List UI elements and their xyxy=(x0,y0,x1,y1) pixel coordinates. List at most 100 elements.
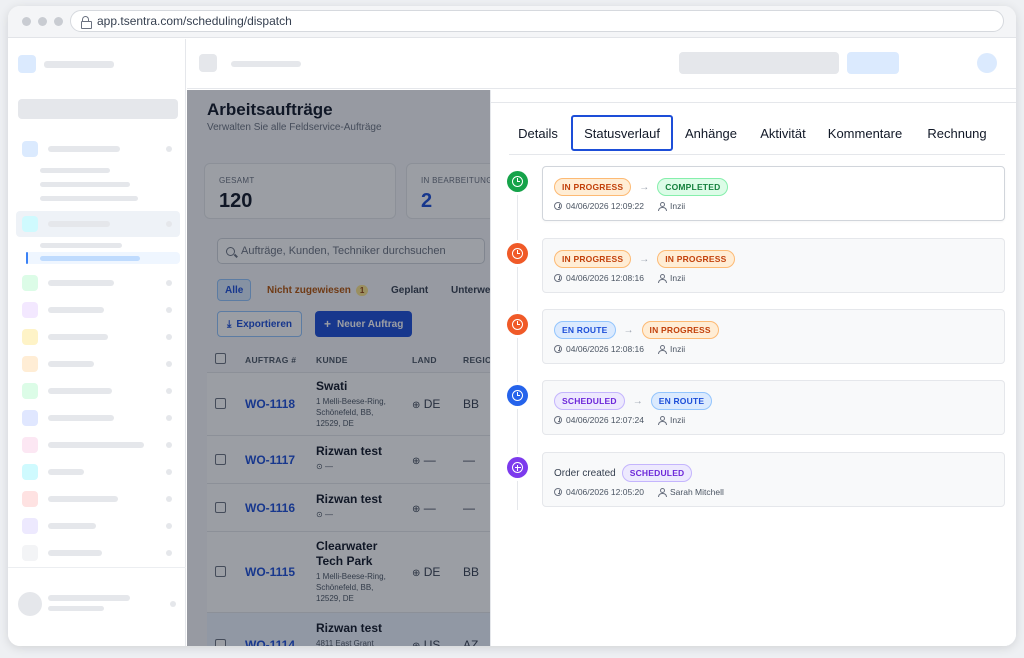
logo-text-placeholder xyxy=(44,61,114,68)
tab-label: Rechnung xyxy=(927,125,987,141)
event-user: Inzii xyxy=(670,201,686,211)
user-icon xyxy=(658,201,667,211)
sidebar-subitem-placeholder[interactable] xyxy=(40,196,138,201)
sidebar-item-icon xyxy=(22,518,38,534)
window-controls xyxy=(22,17,63,26)
sidebar-item-placeholder xyxy=(48,221,110,227)
sidebar xyxy=(8,39,186,646)
status-transition: IN PROGRESS → IN PROGRESS xyxy=(554,250,735,268)
user-icon xyxy=(658,273,667,283)
user-menu-placeholder[interactable] xyxy=(170,601,176,607)
plus-circle-icon xyxy=(507,457,528,478)
tab-invoice[interactable]: Rechnung xyxy=(915,115,999,151)
sidebar-toggle-placeholder[interactable] xyxy=(199,54,217,72)
sidebar-item-icon xyxy=(22,491,38,507)
event-user: Sarah Mitchell xyxy=(670,487,724,497)
user-icon xyxy=(658,415,667,425)
address-bar[interactable]: app.tsentra.com/scheduling/dispatch xyxy=(70,10,1004,32)
tab-label: Anhänge xyxy=(684,125,738,141)
sidebar-item-placeholder[interactable] xyxy=(48,361,94,367)
tab-details[interactable]: Details xyxy=(509,115,567,151)
sidebar-item-placeholder[interactable] xyxy=(48,307,104,313)
sidebar-item-icon xyxy=(22,464,38,480)
sidebar-item-placeholder[interactable] xyxy=(48,442,144,448)
tab-label: Aktivität xyxy=(760,125,806,141)
sidebar-divider xyxy=(8,567,186,568)
timeline-entry: Order created SCHEDULED 04/06/2026 12:05:2… xyxy=(542,452,1005,507)
user-icon xyxy=(658,344,667,354)
sidebar-item-placeholder[interactable] xyxy=(48,146,120,152)
status-transition: IN PROGRESS → COMPLETED xyxy=(554,178,729,196)
sidebar-item-placeholder[interactable] xyxy=(48,496,118,502)
sidebar-item-icon xyxy=(22,437,38,453)
status-badge: IN PROGRESS xyxy=(554,250,632,268)
sidebar-item-placeholder[interactable] xyxy=(48,280,114,286)
event-timestamp: 04/06/2026 12:05:20 xyxy=(566,487,644,497)
user-name-placeholder xyxy=(48,595,130,601)
header-button-placeholder[interactable] xyxy=(847,52,899,74)
tab-label: Kommentare xyxy=(827,125,903,141)
arrow-right-icon: → xyxy=(639,253,650,265)
sidebar-item-icon xyxy=(22,410,38,426)
sidebar-subitem-placeholder[interactable] xyxy=(40,182,130,187)
browser-toolbar: app.tsentra.com/scheduling/dispatch xyxy=(8,6,1016,38)
close-window-button[interactable] xyxy=(22,17,31,26)
sidebar-chevron-placeholder xyxy=(166,221,172,227)
tab-activity[interactable]: Aktivität xyxy=(753,115,813,151)
sidebar-item-placeholder[interactable] xyxy=(48,334,108,340)
avatar[interactable] xyxy=(18,592,42,616)
event-timestamp: 04/06/2026 12:07:24 xyxy=(566,415,644,425)
sidebar-item-icon xyxy=(22,545,38,561)
sidebar-chevron-placeholder xyxy=(166,146,172,152)
header-search-placeholder[interactable] xyxy=(679,52,839,74)
status-badge: IN PROGRESS xyxy=(657,250,735,268)
sidebar-item-icon xyxy=(22,356,38,372)
sidebar-item-icon xyxy=(22,275,38,291)
user-icon xyxy=(658,487,667,497)
arrow-right-icon: → xyxy=(632,395,643,407)
modal-backdrop[interactable] xyxy=(187,90,490,646)
sidebar-subitem-placeholder[interactable] xyxy=(40,243,122,248)
sidebar-subitem-placeholder[interactable] xyxy=(40,168,110,173)
maximize-window-button[interactable] xyxy=(54,17,63,26)
sidebar-item-icon xyxy=(22,302,38,318)
sidebar-item-placeholder[interactable] xyxy=(48,388,112,394)
status-badge: SCHEDULED xyxy=(621,464,693,482)
event-meta: 04/06/2026 12:08:16 Inzii xyxy=(554,273,685,283)
event-timestamp: 04/06/2026 12:08:16 xyxy=(566,344,644,354)
event-user: Inzii xyxy=(670,415,686,425)
timeline-entry: EN ROUTE → IN PROGRESS 04/06/2026 12:08:16 I… xyxy=(542,309,1005,364)
status-badge: EN ROUTE xyxy=(554,321,616,339)
clock-icon xyxy=(554,416,562,424)
breadcrumb-placeholder xyxy=(231,61,301,67)
status-badge: IN PROGRESS xyxy=(554,178,632,196)
timeline-entry: IN PROGRESS → IN PROGRESS 04/06/2026 12:08:… xyxy=(542,238,1005,293)
sidebar-item-icon xyxy=(22,141,38,157)
arrow-right-icon: → xyxy=(623,324,634,336)
event-meta: 04/06/2026 12:09:22 Inzii xyxy=(554,201,685,211)
sidebar-item-placeholder[interactable] xyxy=(48,415,114,421)
minimize-window-button[interactable] xyxy=(38,17,47,26)
sidebar-item-placeholder[interactable] xyxy=(48,550,102,556)
sidebar-item-icon xyxy=(22,216,38,232)
sidebar-item-placeholder[interactable] xyxy=(48,523,96,529)
tab-status-history[interactable]: Statusverlauf xyxy=(571,115,673,151)
sidebar-search-placeholder[interactable] xyxy=(18,99,178,119)
event-user: Inzii xyxy=(670,344,686,354)
logo-placeholder xyxy=(18,55,36,73)
app-header xyxy=(187,39,1016,89)
status-badge: COMPLETED xyxy=(657,178,729,196)
tab-attachments[interactable]: Anhänge xyxy=(679,115,743,151)
status-transition: EN ROUTE → IN PROGRESS xyxy=(554,321,719,339)
status-badge: SCHEDULED xyxy=(554,392,625,410)
clock-icon xyxy=(554,274,562,282)
clock-icon xyxy=(554,202,562,210)
arrow-right-icon: → xyxy=(639,181,650,193)
tab-comments[interactable]: Kommentare xyxy=(823,115,907,151)
timeline-entry: IN PROGRESS → COMPLETED 04/06/2026 12:09:22… xyxy=(542,166,1005,221)
clock-icon xyxy=(507,385,528,406)
clock-icon xyxy=(507,171,528,192)
status-badge: IN PROGRESS xyxy=(641,321,719,339)
sidebar-item-placeholder[interactable] xyxy=(48,469,84,475)
header-avatar[interactable] xyxy=(977,53,997,73)
